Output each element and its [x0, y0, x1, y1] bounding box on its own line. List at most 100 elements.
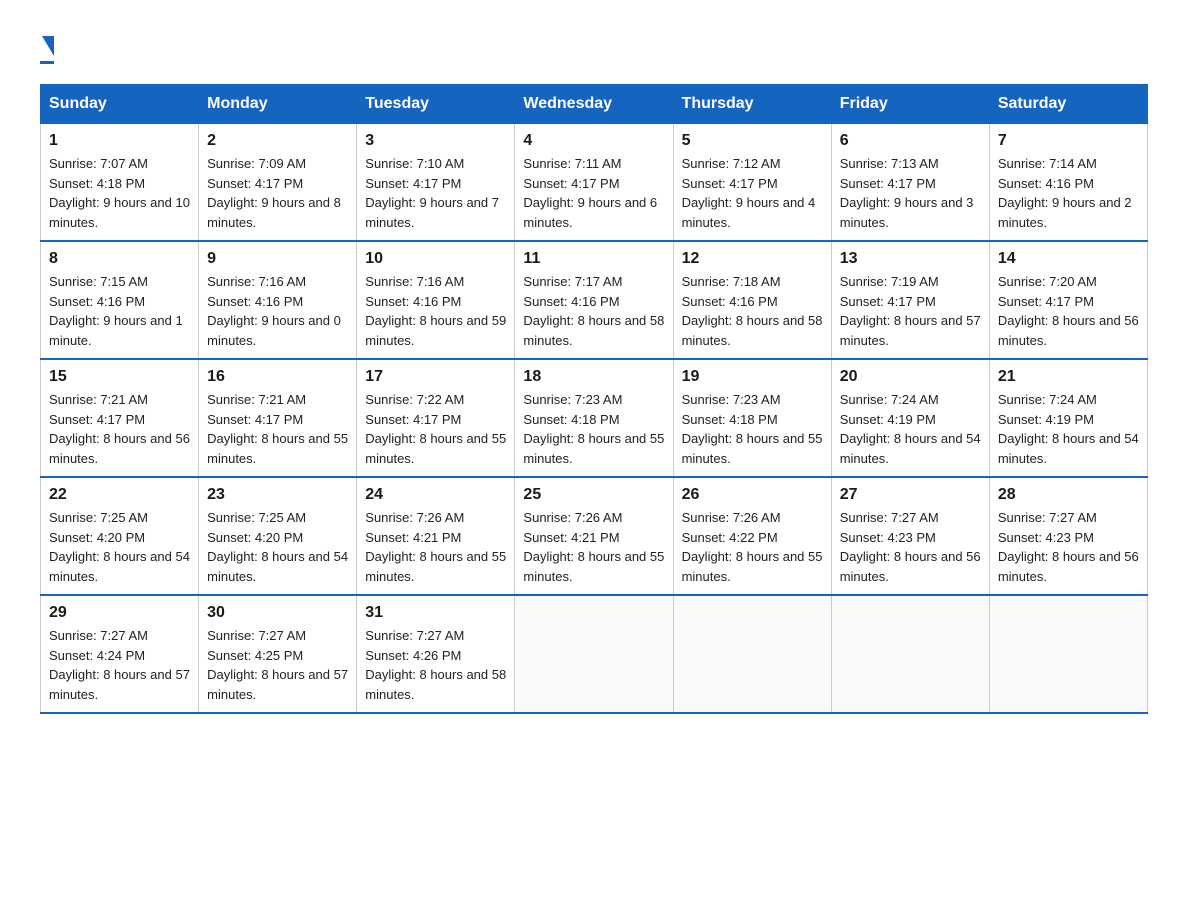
table-row: 10 Sunrise: 7:16 AMSunset: 4:16 PMDaylig… [357, 241, 515, 359]
day-number: 7 [998, 132, 1139, 150]
day-number: 20 [840, 368, 981, 386]
day-info: Sunrise: 7:19 AMSunset: 4:17 PMDaylight:… [840, 274, 981, 348]
table-row [989, 595, 1147, 713]
table-row [515, 595, 673, 713]
table-row [831, 595, 989, 713]
day-info: Sunrise: 7:17 AMSunset: 4:16 PMDaylight:… [523, 274, 664, 348]
table-row: 17 Sunrise: 7:22 AMSunset: 4:17 PMDaylig… [357, 359, 515, 477]
day-info: Sunrise: 7:21 AMSunset: 4:17 PMDaylight:… [207, 392, 348, 466]
day-info: Sunrise: 7:26 AMSunset: 4:21 PMDaylight:… [523, 510, 664, 584]
day-number: 12 [682, 250, 823, 268]
week-row-3: 15 Sunrise: 7:21 AMSunset: 4:17 PMDaylig… [41, 359, 1148, 477]
day-info: Sunrise: 7:09 AMSunset: 4:17 PMDaylight:… [207, 156, 341, 230]
weekday-header-row: SundayMondayTuesdayWednesdayThursdayFrid… [41, 85, 1148, 124]
weekday-header-friday: Friday [831, 85, 989, 124]
table-row: 20 Sunrise: 7:24 AMSunset: 4:19 PMDaylig… [831, 359, 989, 477]
day-number: 8 [49, 250, 190, 268]
table-row: 2 Sunrise: 7:09 AMSunset: 4:17 PMDayligh… [199, 124, 357, 242]
table-row: 22 Sunrise: 7:25 AMSunset: 4:20 PMDaylig… [41, 477, 199, 595]
day-info: Sunrise: 7:27 AMSunset: 4:25 PMDaylight:… [207, 628, 348, 702]
table-row: 19 Sunrise: 7:23 AMSunset: 4:18 PMDaylig… [673, 359, 831, 477]
day-info: Sunrise: 7:12 AMSunset: 4:17 PMDaylight:… [682, 156, 816, 230]
table-row: 15 Sunrise: 7:21 AMSunset: 4:17 PMDaylig… [41, 359, 199, 477]
day-number: 26 [682, 486, 823, 504]
table-row: 27 Sunrise: 7:27 AMSunset: 4:23 PMDaylig… [831, 477, 989, 595]
day-number: 10 [365, 250, 506, 268]
day-info: Sunrise: 7:07 AMSunset: 4:18 PMDaylight:… [49, 156, 190, 230]
day-number: 19 [682, 368, 823, 386]
day-info: Sunrise: 7:26 AMSunset: 4:21 PMDaylight:… [365, 510, 506, 584]
day-number: 23 [207, 486, 348, 504]
week-row-4: 22 Sunrise: 7:25 AMSunset: 4:20 PMDaylig… [41, 477, 1148, 595]
day-number: 5 [682, 132, 823, 150]
day-info: Sunrise: 7:27 AMSunset: 4:23 PMDaylight:… [998, 510, 1139, 584]
day-info: Sunrise: 7:16 AMSunset: 4:16 PMDaylight:… [365, 274, 506, 348]
table-row: 4 Sunrise: 7:11 AMSunset: 4:17 PMDayligh… [515, 124, 673, 242]
day-info: Sunrise: 7:20 AMSunset: 4:17 PMDaylight:… [998, 274, 1139, 348]
day-number: 16 [207, 368, 348, 386]
table-row: 21 Sunrise: 7:24 AMSunset: 4:19 PMDaylig… [989, 359, 1147, 477]
week-row-1: 1 Sunrise: 7:07 AMSunset: 4:18 PMDayligh… [41, 124, 1148, 242]
logo-triangle-icon [42, 36, 54, 56]
table-row: 6 Sunrise: 7:13 AMSunset: 4:17 PMDayligh… [831, 124, 989, 242]
table-row: 25 Sunrise: 7:26 AMSunset: 4:21 PMDaylig… [515, 477, 673, 595]
table-row: 13 Sunrise: 7:19 AMSunset: 4:17 PMDaylig… [831, 241, 989, 359]
table-row: 7 Sunrise: 7:14 AMSunset: 4:16 PMDayligh… [989, 124, 1147, 242]
day-number: 28 [998, 486, 1139, 504]
logo-general-text [40, 30, 54, 58]
day-info: Sunrise: 7:23 AMSunset: 4:18 PMDaylight:… [682, 392, 823, 466]
day-number: 2 [207, 132, 348, 150]
day-info: Sunrise: 7:24 AMSunset: 4:19 PMDaylight:… [840, 392, 981, 466]
table-row: 5 Sunrise: 7:12 AMSunset: 4:17 PMDayligh… [673, 124, 831, 242]
day-number: 27 [840, 486, 981, 504]
weekday-header-tuesday: Tuesday [357, 85, 515, 124]
day-info: Sunrise: 7:25 AMSunset: 4:20 PMDaylight:… [49, 510, 190, 584]
page-header [40, 30, 1148, 64]
day-number: 9 [207, 250, 348, 268]
day-number: 14 [998, 250, 1139, 268]
day-number: 21 [998, 368, 1139, 386]
weekday-header-sunday: Sunday [41, 85, 199, 124]
day-info: Sunrise: 7:13 AMSunset: 4:17 PMDaylight:… [840, 156, 974, 230]
week-row-5: 29 Sunrise: 7:27 AMSunset: 4:24 PMDaylig… [41, 595, 1148, 713]
table-row: 16 Sunrise: 7:21 AMSunset: 4:17 PMDaylig… [199, 359, 357, 477]
day-number: 22 [49, 486, 190, 504]
day-number: 13 [840, 250, 981, 268]
day-info: Sunrise: 7:24 AMSunset: 4:19 PMDaylight:… [998, 392, 1139, 466]
day-info: Sunrise: 7:21 AMSunset: 4:17 PMDaylight:… [49, 392, 190, 466]
table-row: 28 Sunrise: 7:27 AMSunset: 4:23 PMDaylig… [989, 477, 1147, 595]
day-info: Sunrise: 7:26 AMSunset: 4:22 PMDaylight:… [682, 510, 823, 584]
table-row: 8 Sunrise: 7:15 AMSunset: 4:16 PMDayligh… [41, 241, 199, 359]
table-row: 14 Sunrise: 7:20 AMSunset: 4:17 PMDaylig… [989, 241, 1147, 359]
day-info: Sunrise: 7:10 AMSunset: 4:17 PMDaylight:… [365, 156, 499, 230]
day-info: Sunrise: 7:25 AMSunset: 4:20 PMDaylight:… [207, 510, 348, 584]
day-number: 18 [523, 368, 664, 386]
table-row: 29 Sunrise: 7:27 AMSunset: 4:24 PMDaylig… [41, 595, 199, 713]
day-number: 30 [207, 604, 348, 622]
day-info: Sunrise: 7:15 AMSunset: 4:16 PMDaylight:… [49, 274, 183, 348]
day-number: 24 [365, 486, 506, 504]
day-info: Sunrise: 7:22 AMSunset: 4:17 PMDaylight:… [365, 392, 506, 466]
day-number: 29 [49, 604, 190, 622]
day-number: 25 [523, 486, 664, 504]
weekday-header-thursday: Thursday [673, 85, 831, 124]
table-row [673, 595, 831, 713]
day-number: 6 [840, 132, 981, 150]
calendar-table: SundayMondayTuesdayWednesdayThursdayFrid… [40, 84, 1148, 714]
day-info: Sunrise: 7:27 AMSunset: 4:24 PMDaylight:… [49, 628, 190, 702]
table-row: 1 Sunrise: 7:07 AMSunset: 4:18 PMDayligh… [41, 124, 199, 242]
table-row: 11 Sunrise: 7:17 AMSunset: 4:16 PMDaylig… [515, 241, 673, 359]
day-info: Sunrise: 7:14 AMSunset: 4:16 PMDaylight:… [998, 156, 1132, 230]
day-info: Sunrise: 7:18 AMSunset: 4:16 PMDaylight:… [682, 274, 823, 348]
logo-underline [40, 61, 54, 64]
day-info: Sunrise: 7:16 AMSunset: 4:16 PMDaylight:… [207, 274, 341, 348]
logo [40, 30, 54, 64]
day-number: 3 [365, 132, 506, 150]
table-row: 31 Sunrise: 7:27 AMSunset: 4:26 PMDaylig… [357, 595, 515, 713]
day-number: 17 [365, 368, 506, 386]
day-number: 15 [49, 368, 190, 386]
week-row-2: 8 Sunrise: 7:15 AMSunset: 4:16 PMDayligh… [41, 241, 1148, 359]
table-row: 12 Sunrise: 7:18 AMSunset: 4:16 PMDaylig… [673, 241, 831, 359]
weekday-header-wednesday: Wednesday [515, 85, 673, 124]
table-row: 24 Sunrise: 7:26 AMSunset: 4:21 PMDaylig… [357, 477, 515, 595]
